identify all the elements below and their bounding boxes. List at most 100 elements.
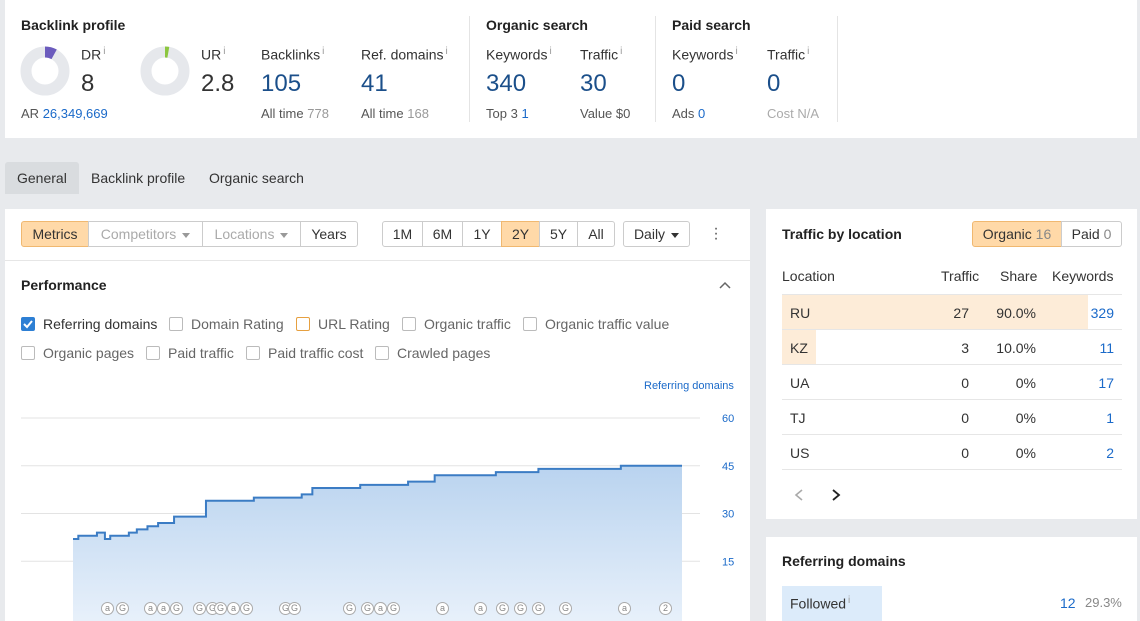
event-marker-icon[interactable]: G: [343, 602, 356, 615]
paid-toggle[interactable]: Paid 0: [1061, 221, 1122, 247]
checkbox-label[interactable]: Crawled pages: [397, 345, 490, 361]
chevron-right-icon[interactable]: [830, 488, 842, 502]
paid-traffic-value[interactable]: 0: [767, 70, 780, 98]
checkbox-domain-rating[interactable]: [169, 317, 183, 331]
chevron-down-icon: [182, 232, 191, 238]
divider: [469, 16, 470, 122]
event-marker-icon[interactable]: a: [374, 602, 387, 615]
checkbox-organic-pages[interactable]: [21, 346, 35, 360]
range-2y-button[interactable]: 2Y: [501, 221, 540, 247]
checkbox-label[interactable]: Paid traffic: [168, 345, 234, 361]
event-marker-icon[interactable]: G: [116, 602, 129, 615]
keywords-cell[interactable]: 2: [1106, 445, 1114, 461]
locations-dropdown[interactable]: Locations: [202, 221, 301, 247]
tab-general[interactable]: General: [5, 162, 79, 194]
column-header-traffic[interactable]: Traffic: [941, 268, 979, 284]
referring-domains-chart[interactable]: 15 30 45 60: [0, 395, 750, 621]
event-marker-icon[interactable]: G: [288, 602, 301, 615]
ref-domains-label[interactable]: Ref. domains i: [361, 46, 448, 63]
event-marker-icon[interactable]: G: [361, 602, 374, 615]
event-marker-icon[interactable]: G: [193, 602, 206, 615]
checkbox-label[interactable]: URL Rating: [318, 316, 390, 332]
event-marker-icon[interactable]: G: [514, 602, 527, 615]
ur-label[interactable]: UR i: [201, 46, 225, 63]
ref-domains-value[interactable]: 41: [361, 70, 388, 98]
checkbox-label[interactable]: Referring domains: [43, 316, 157, 332]
checkbox-paid-traffic[interactable]: [146, 346, 160, 360]
range-1m-button[interactable]: 1M: [382, 221, 423, 247]
organic-traffic-label[interactable]: Traffic i: [580, 46, 622, 63]
range-1y-button[interactable]: 1Y: [462, 221, 502, 247]
column-header-share[interactable]: Share: [1000, 268, 1037, 284]
event-marker-icon[interactable]: 2: [659, 602, 672, 615]
chevron-up-icon[interactable]: [718, 280, 732, 290]
column-header-keywords[interactable]: Keywords: [1052, 268, 1113, 284]
years-toggle[interactable]: Years: [300, 221, 358, 247]
header-divider: [782, 294, 1122, 295]
table-row[interactable]: [782, 400, 1122, 434]
divider: [837, 16, 838, 122]
backlinks-label[interactable]: Backlinks i: [261, 46, 324, 63]
checkbox-label[interactable]: Organic pages: [43, 345, 134, 361]
event-marker-icon[interactable]: G: [532, 602, 545, 615]
event-marker-icon[interactable]: G: [496, 602, 509, 615]
organic-traffic-value[interactable]: 30: [580, 70, 607, 98]
event-marker-icon[interactable]: a: [618, 602, 631, 615]
tab-backlink-profile[interactable]: Backlink profile: [79, 162, 197, 194]
table-row[interactable]: [782, 365, 1122, 399]
table-row[interactable]: [782, 330, 1122, 364]
chevron-left-icon[interactable]: [793, 488, 805, 502]
metrics-toggle[interactable]: Metrics: [21, 221, 89, 247]
tab-organic-search[interactable]: Organic search: [197, 162, 316, 194]
event-marker-icon[interactable]: G: [240, 602, 253, 615]
checkbox-organic-traffic[interactable]: [402, 317, 416, 331]
event-marker-icon[interactable]: G: [387, 602, 400, 615]
followed-value[interactable]: 12: [1060, 595, 1076, 611]
granularity-dropdown[interactable]: Daily: [623, 221, 690, 247]
organic-keywords-label[interactable]: Keywords i: [486, 46, 552, 63]
keywords-cell[interactable]: 11: [1099, 340, 1114, 356]
checkbox-organic-traffic-value[interactable]: [523, 317, 537, 331]
backlinks-value[interactable]: 105: [261, 70, 301, 98]
range-all-button[interactable]: All: [577, 221, 615, 247]
location-cell: KZ: [790, 340, 808, 356]
followed-share: 29.3%: [1085, 595, 1122, 610]
checkbox-label[interactable]: Domain Rating: [191, 316, 284, 332]
dr-label[interactable]: DR i: [81, 46, 105, 63]
more-options-icon[interactable]: · · ·: [710, 221, 722, 247]
checkbox-url-rating[interactable]: [296, 317, 310, 331]
keywords-cell[interactable]: 17: [1098, 375, 1114, 391]
paid-keywords-value[interactable]: 0: [672, 70, 685, 98]
keywords-cell[interactable]: 329: [1091, 305, 1114, 321]
event-marker-icon[interactable]: a: [157, 602, 170, 615]
checkbox-label[interactable]: Paid traffic cost: [268, 345, 363, 361]
divider: [5, 260, 750, 261]
checkbox-crawled-pages[interactable]: [375, 346, 389, 360]
range-6m-button[interactable]: 6M: [422, 221, 463, 247]
event-marker-icon[interactable]: a: [144, 602, 157, 615]
organic-keywords-value[interactable]: 340: [486, 70, 526, 98]
checkbox-referring-domains[interactable]: [21, 317, 35, 331]
column-header-location[interactable]: Location: [782, 268, 835, 284]
traffic-cell: 3: [961, 340, 969, 356]
y-tick-label: 15: [722, 556, 734, 568]
organic-toggle[interactable]: Organic 16: [972, 221, 1062, 247]
event-marker-icon[interactable]: G: [559, 602, 572, 615]
event-marker-icon[interactable]: G: [214, 602, 227, 615]
followed-label[interactable]: Followed i: [790, 595, 850, 612]
event-marker-icon[interactable]: G: [170, 602, 183, 615]
paid-keywords-label[interactable]: Keywords i: [672, 46, 738, 63]
event-marker-icon[interactable]: a: [436, 602, 449, 615]
keywords-cell[interactable]: 1: [1106, 410, 1114, 426]
checkbox-paid-traffic-cost[interactable]: [246, 346, 260, 360]
event-marker-icon[interactable]: a: [101, 602, 114, 615]
competitors-dropdown[interactable]: Competitors: [88, 221, 203, 247]
event-marker-icon[interactable]: a: [227, 602, 240, 615]
checkbox-label[interactable]: Organic traffic: [424, 316, 511, 332]
paid-traffic-label[interactable]: Traffic i: [767, 46, 809, 63]
event-marker-icon[interactable]: a: [474, 602, 487, 615]
table-row[interactable]: [782, 435, 1122, 469]
range-5y-button[interactable]: 5Y: [539, 221, 578, 247]
table-row[interactable]: [782, 295, 1122, 329]
checkbox-label[interactable]: Organic traffic value: [545, 316, 669, 332]
